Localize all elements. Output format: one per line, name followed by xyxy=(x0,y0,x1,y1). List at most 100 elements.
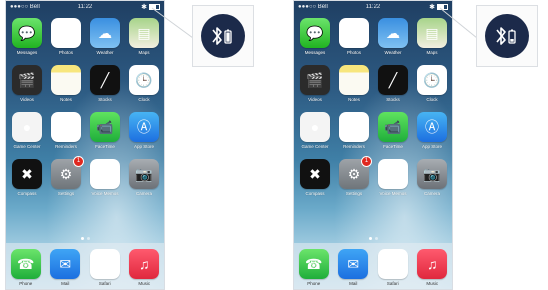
app-weather[interactable]: ☁ Weather xyxy=(378,18,408,55)
app-facetime[interactable]: 📹 FaceTime xyxy=(90,112,120,149)
photos-icon: ❀ xyxy=(339,18,369,48)
camera-icon: 📷 xyxy=(417,159,447,189)
app-label: Safari xyxy=(386,281,399,286)
compass-icon: ✖ xyxy=(300,159,330,189)
reminders-icon: ☰ xyxy=(51,112,81,142)
notification-badge: 1 xyxy=(73,156,84,167)
app-label: Messages xyxy=(304,50,326,55)
app-clock[interactable]: 🕒 Clock xyxy=(417,65,447,102)
app-app-store[interactable]: Ⓐ App Store xyxy=(417,112,447,149)
app-app-store[interactable]: Ⓐ App Store xyxy=(129,112,159,149)
facetime-icon: 📹 xyxy=(90,112,120,142)
app-mail[interactable]: ✉ Mail xyxy=(50,249,81,286)
app-label: Videos xyxy=(308,97,322,102)
bluetooth-callout-right xyxy=(476,5,538,67)
music-icon: ♫ xyxy=(129,249,160,279)
app-notes[interactable]: Notes xyxy=(51,65,81,102)
app-phone[interactable]: ☎ Phone xyxy=(298,249,329,286)
app-store-icon: Ⓐ xyxy=(129,112,159,142)
app-photos[interactable]: ❀ Photos xyxy=(339,18,369,55)
app-label: Game Center xyxy=(13,144,41,149)
app-label: Phone xyxy=(19,281,33,286)
app-notes[interactable]: Notes xyxy=(339,65,369,102)
compass-icon: ✖ xyxy=(12,159,42,189)
app-label: Photos xyxy=(346,50,361,55)
app-label: Safari xyxy=(98,281,111,286)
bluetooth-status-icon: ✱ xyxy=(429,4,435,11)
app-music[interactable]: ♫ Music xyxy=(417,249,448,286)
app-label: Mail xyxy=(349,281,358,286)
app-music[interactable]: ♫ Music xyxy=(129,249,160,286)
app-messages[interactable]: 💬 Messages xyxy=(300,18,330,55)
app-reminders[interactable]: ☰ Reminders xyxy=(339,112,369,149)
bluetooth-callout-left xyxy=(192,5,254,67)
app-label: Settings xyxy=(345,191,363,196)
safari-icon: ✲ xyxy=(377,249,408,279)
home-app-grid: 💬 Messages ❀ Photos ☁ Weather ▤ Maps 🎬 Videos Note… xyxy=(12,18,160,196)
app-label: Reminders xyxy=(343,144,365,149)
page-indicator xyxy=(6,237,164,240)
app-phone[interactable]: ☎ Phone xyxy=(10,249,41,286)
status-time: 11:22 xyxy=(365,4,381,10)
app-voice-memos[interactable]: ⌇ Voice Memos xyxy=(90,159,120,196)
bluetooth-battery-badge xyxy=(201,14,245,58)
app-clock[interactable]: 🕒 Clock xyxy=(129,65,159,102)
stocks-icon: ╱ xyxy=(90,65,120,95)
app-voice-memos[interactable]: ⌇ Voice Memos xyxy=(378,159,408,196)
app-label: Compass xyxy=(305,191,325,196)
camera-icon: 📷 xyxy=(129,159,159,189)
mail-icon: ✉ xyxy=(50,249,81,279)
status-bar: ●●●○○ Bell 11:22 ✱ xyxy=(294,1,452,13)
app-messages[interactable]: 💬 Messages xyxy=(12,18,42,55)
bluetooth-battery-icon xyxy=(496,27,516,45)
app-label: Photos xyxy=(58,50,73,55)
app-stocks[interactable]: ╱ Stocks xyxy=(378,65,408,102)
mail-icon: ✉ xyxy=(338,249,369,279)
app-weather[interactable]: ☁ Weather xyxy=(90,18,120,55)
voice-memos-icon: ⌇ xyxy=(378,159,408,189)
app-game-center[interactable]: ● Game Center xyxy=(12,112,42,149)
app-label: Videos xyxy=(20,97,34,102)
settings-icon: ⚙ 1 xyxy=(339,156,372,189)
facetime-icon: 📹 xyxy=(378,112,408,142)
app-stocks[interactable]: ╱ Stocks xyxy=(90,65,120,102)
app-photos[interactable]: ❀ Photos xyxy=(51,18,81,55)
app-game-center[interactable]: ● Game Center xyxy=(300,112,330,149)
app-label: Phone xyxy=(307,281,321,286)
app-camera[interactable]: 📷 Camera xyxy=(129,159,159,196)
app-label: Settings xyxy=(57,191,75,196)
app-safari[interactable]: ✲ Safari xyxy=(89,249,120,286)
notes-icon xyxy=(339,65,369,95)
status-time: 11:22 xyxy=(77,4,93,10)
app-facetime[interactable]: 📹 FaceTime xyxy=(378,112,408,149)
app-label: Weather xyxy=(384,50,402,55)
app-settings[interactable]: ⚙ 1 Settings xyxy=(339,156,372,196)
app-camera[interactable]: 📷 Camera xyxy=(417,159,447,196)
app-label: Notes xyxy=(348,97,360,102)
videos-icon: 🎬 xyxy=(300,65,330,95)
app-label: Reminders xyxy=(55,144,77,149)
app-label: Messages xyxy=(16,50,38,55)
app-videos[interactable]: 🎬 Videos xyxy=(12,65,42,102)
app-compass[interactable]: ✖ Compass xyxy=(12,159,42,196)
game-center-icon: ● xyxy=(300,112,330,142)
app-reminders[interactable]: ☰ Reminders xyxy=(51,112,81,149)
app-mail[interactable]: ✉ Mail xyxy=(338,249,369,286)
status-bar: ●●●○○ Bell 11:22 ✱ xyxy=(6,1,164,13)
phone-icon: ☎ xyxy=(298,249,329,279)
app-safari[interactable]: ✲ Safari xyxy=(377,249,408,286)
app-label: Maps xyxy=(426,50,438,55)
app-videos[interactable]: 🎬 Videos xyxy=(300,65,330,102)
home-app-grid: 💬 Messages ❀ Photos ☁ Weather ▤ Maps 🎬 Videos Note… xyxy=(300,18,448,196)
app-maps[interactable]: ▤ Maps xyxy=(129,18,159,55)
app-label: Music xyxy=(138,281,151,286)
app-maps[interactable]: ▤ Maps xyxy=(417,18,447,55)
app-label: Notes xyxy=(60,97,72,102)
app-label: Stocks xyxy=(386,97,400,102)
app-compass[interactable]: ✖ Compass xyxy=(300,159,330,196)
carrier-signal: ●●●○○ Bell xyxy=(10,4,40,10)
app-label: Mail xyxy=(61,281,70,286)
app-settings[interactable]: ⚙ 1 Settings xyxy=(51,156,84,196)
app-label: Maps xyxy=(138,50,150,55)
app-label: Clock xyxy=(138,97,150,102)
